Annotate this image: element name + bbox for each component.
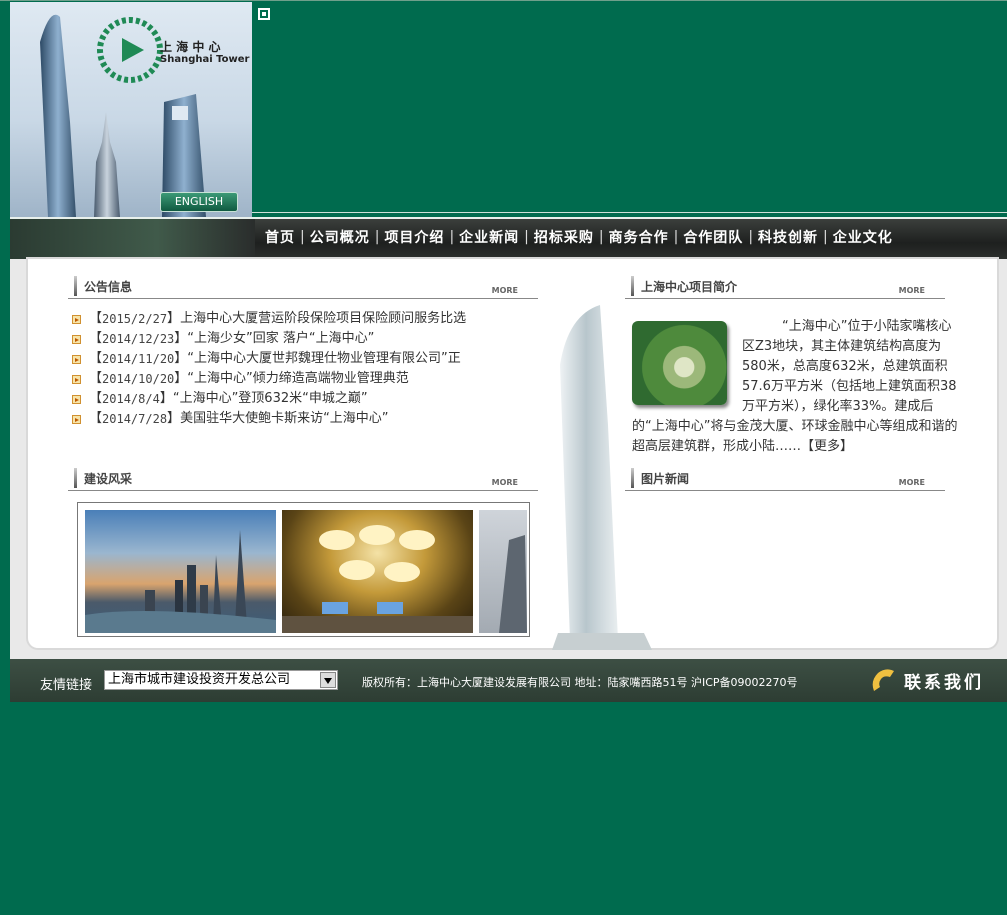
nav-item-bidding[interactable]: 招标采购 xyxy=(531,227,597,247)
notice-item[interactable]: 【2014/7/28】美国驻华大使鲍卡斯来访“上海中心” xyxy=(72,409,542,429)
friendly-links-label: 友情链接 xyxy=(40,678,93,693)
notice-section-header: 公告信息 MORE xyxy=(68,276,538,299)
notice-item[interactable]: 【2014/10/20】 “上海中心”倾力缔造高端物业管理典范 xyxy=(72,369,542,389)
photo-news-section-title: 图片新闻 xyxy=(641,472,690,486)
notice-section-title: 公告信息 xyxy=(84,280,133,294)
nav-item-partner-team[interactable]: 合作团队 xyxy=(680,227,746,247)
notice-item[interactable]: 【2014/12/23】 “上海少女”回家 落户“上海中心” xyxy=(72,329,542,349)
photo-news-more-link[interactable]: MORE xyxy=(899,478,925,487)
bullet-icon xyxy=(72,314,81,324)
intro-site-plan-image[interactable] xyxy=(632,321,727,405)
skyline-photo-illustration xyxy=(85,530,276,633)
contact-us-button[interactable]: 联系我们 xyxy=(868,664,984,696)
notice-item[interactable]: 【2015/2/27】上海中心大厦营运阶段保险项目保险顾问服务比选 xyxy=(72,309,542,329)
notice-item[interactable]: 【2014/11/20】 “上海中心大厦世邦魏理仕物业管理有限公司”正 xyxy=(72,349,542,369)
construction-more-link[interactable]: MORE xyxy=(492,478,518,487)
intro-more-link[interactable]: MORE xyxy=(899,286,925,295)
nav-separator: | xyxy=(748,229,754,245)
nav-separator: | xyxy=(524,229,529,245)
nav-separator: | xyxy=(449,229,455,245)
nav-left-decoration xyxy=(10,219,255,259)
header-divider-thin xyxy=(252,212,1007,213)
bullet-icon xyxy=(72,374,81,384)
nav-item-culture[interactable]: 企业文化 xyxy=(830,227,896,247)
intro-more-button[interactable]: 【更多】 xyxy=(801,439,853,454)
construction-section-header: 建设风采 MORE xyxy=(68,468,538,491)
english-button[interactable]: ENGLISH xyxy=(160,192,238,212)
nav-separator: | xyxy=(374,229,380,245)
friendly-links-select[interactable]: 上海市城市建设投资开发总公司 xyxy=(104,670,338,690)
nav-separator: | xyxy=(673,229,679,245)
nav-item-home[interactable]: 首页 xyxy=(262,227,298,247)
copyright-text: 版权所有：上海中心大厦建设发展有限公司 地址：陆家嘴西路51号 沪ICP备090… xyxy=(362,676,798,689)
nav-item-company-overview[interactable]: 公司概况 xyxy=(307,227,373,247)
nav-item-innovation[interactable]: 科技创新 xyxy=(755,227,821,247)
intro-section-title: 上海中心项目简介 xyxy=(641,280,738,294)
main-nav: 首页 | 公司概况 | 项目介绍 | 企业新闻 | 招标采购 | 商务合作 | … xyxy=(262,224,896,250)
nav-item-business-cooperation[interactable]: 商务合作 xyxy=(606,227,672,247)
nav-item-project-intro[interactable]: 项目介绍 xyxy=(381,227,447,247)
phone-icon xyxy=(872,669,894,691)
notice-item[interactable]: 【2014/8/4】 “上海中心”登顶632米“申城之巅” xyxy=(72,389,542,409)
nav-separator: | xyxy=(598,229,604,245)
contact-us-label: 联系我们 xyxy=(904,672,984,693)
section-bar-icon xyxy=(74,468,77,488)
banner-skyline-illustration xyxy=(40,14,206,217)
bullet-icon xyxy=(72,414,81,424)
top-line xyxy=(0,0,1007,1)
section-bar-icon xyxy=(74,276,77,296)
shanghai-tower-logo-icon xyxy=(97,17,163,83)
bullet-icon xyxy=(72,394,81,404)
chevron-down-icon[interactable] xyxy=(320,672,336,688)
photo-news-section-header: 图片新闻 MORE xyxy=(625,468,945,491)
header-banner: 上 海 中 心 Shanghai Tower ENGLISH xyxy=(10,2,252,217)
notice-more-link[interactable]: MORE xyxy=(492,286,518,295)
tower-photo-illustration xyxy=(499,535,527,633)
nav-separator: | xyxy=(300,229,305,245)
notice-list: 【2015/2/27】上海中心大厦营运阶段保险项目保险顾问服务比选 【2014/… xyxy=(72,309,542,429)
section-bar-icon xyxy=(631,276,634,296)
bullet-icon xyxy=(72,354,81,364)
interior-photo-illustration xyxy=(282,525,473,633)
checkbox-icon[interactable] xyxy=(258,8,270,20)
construction-gallery xyxy=(77,502,530,637)
construction-section-title: 建设风采 xyxy=(84,472,133,486)
intro-section-header: 上海中心项目简介 MORE xyxy=(625,276,945,299)
section-bar-icon xyxy=(631,468,634,488)
select-value: 上海市城市建设投资开发总公司 xyxy=(108,672,291,687)
gallery-photo-skyline[interactable] xyxy=(85,510,276,633)
logo-chinese-text: 上 海 中 心 xyxy=(160,40,221,54)
bullet-icon xyxy=(72,334,81,344)
logo-english-text: Shanghai Tower xyxy=(160,54,250,65)
gallery-photo-interior[interactable] xyxy=(282,510,473,633)
nav-separator: | xyxy=(823,229,828,245)
gallery-photo-tower[interactable] xyxy=(479,510,527,633)
nav-item-company-news[interactable]: 企业新闻 xyxy=(456,227,522,247)
